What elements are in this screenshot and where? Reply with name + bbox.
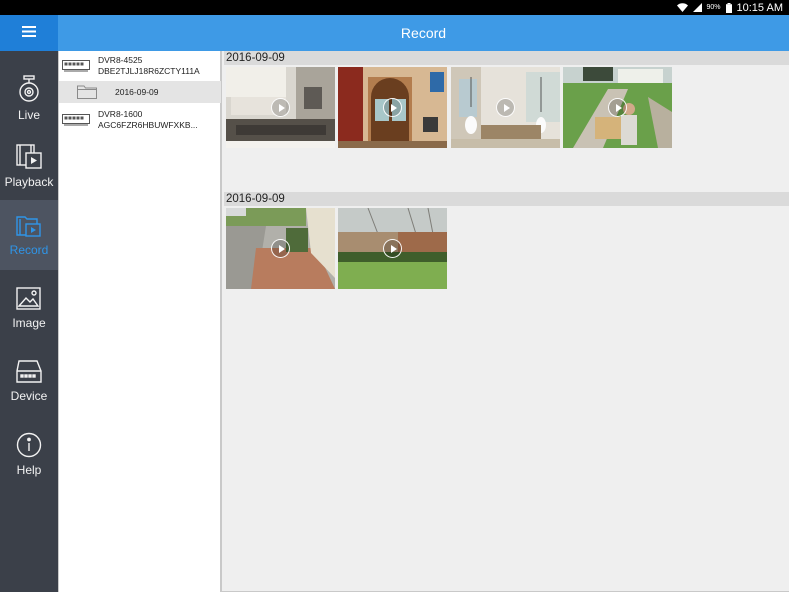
device-row-1[interactable]: DVR8-4525 DBE2TJLJ18R6ZCTY111A xyxy=(59,53,221,79)
device-id: AGC6FZR6HBUWFXKB... xyxy=(98,120,198,130)
wifi-icon xyxy=(676,3,688,12)
record-gallery: 2016-09-09 2016-09-09 xyxy=(222,51,789,592)
menu-button[interactable] xyxy=(0,15,58,51)
image-icon xyxy=(16,286,42,311)
device-row-2[interactable]: DVR8-1600 AGC6FZR6HBUWFXKB... xyxy=(59,107,221,133)
nav-item-device[interactable]: Device xyxy=(0,346,58,416)
device-tree: DVR8-4525 DBE2TJLJ18R6ZCTY111A 2016-09-0… xyxy=(58,51,222,592)
video-thumbnail-kitchen[interactable] xyxy=(226,67,335,148)
nav-label-live: Live xyxy=(17,107,40,122)
folder-row[interactable]: 2016-09-09 xyxy=(59,81,221,103)
status-bar: 90% 10:15 AM xyxy=(0,0,789,15)
dvr-device-icon xyxy=(15,359,43,384)
camera-icon xyxy=(16,74,42,103)
video-thumbnail-front-yard[interactable] xyxy=(563,67,672,148)
device-name: DVR8-1600 xyxy=(98,109,143,119)
nav-label-record: Record xyxy=(9,242,49,257)
nav-item-image[interactable]: Image xyxy=(0,273,58,343)
video-thumbnail-backyard[interactable] xyxy=(338,208,447,289)
play-icon xyxy=(383,239,402,258)
dvr-icon xyxy=(62,60,90,72)
nav-item-playback[interactable]: Playback xyxy=(0,131,58,201)
info-icon xyxy=(16,432,42,458)
video-thumbnail-dining-room[interactable] xyxy=(451,67,560,148)
film-icon xyxy=(15,143,43,170)
page-title: Record xyxy=(400,25,447,41)
play-icon xyxy=(271,98,290,117)
play-icon xyxy=(608,98,627,117)
sidebar: Live Playback Record Image Device Help xyxy=(0,51,58,592)
signal-icon xyxy=(692,3,702,12)
app-header: Record xyxy=(58,15,789,51)
nav-label-image: Image xyxy=(12,315,46,330)
device-id: DBE2TJLJ18R6ZCTY111A xyxy=(98,66,200,76)
play-icon xyxy=(383,98,402,117)
nav-label-playback: Playback xyxy=(4,174,54,189)
nav-item-live[interactable]: Live xyxy=(0,63,58,133)
play-icon xyxy=(271,239,290,258)
folder-date: 2016-09-09 xyxy=(115,87,159,97)
video-thumbnail-front-door[interactable] xyxy=(338,67,447,148)
group-date-header: 2016-09-09 xyxy=(224,51,789,65)
play-icon xyxy=(496,98,515,117)
nav-item-help[interactable]: Help xyxy=(0,419,58,489)
nav-label-help: Help xyxy=(16,462,42,477)
battery-icon xyxy=(725,2,732,13)
device-name: DVR8-4525 xyxy=(98,55,143,65)
folder-icon xyxy=(77,85,97,99)
record-folder-icon xyxy=(16,214,42,238)
nav-item-record[interactable]: Record xyxy=(0,200,58,270)
video-thumbnail-side-walkway[interactable] xyxy=(226,208,335,289)
battery-percent: 90% xyxy=(706,4,721,11)
nav-label-device: Device xyxy=(10,388,48,403)
dvr-icon xyxy=(62,114,90,126)
hamburger-icon xyxy=(22,24,36,42)
group-date-header: 2016-09-09 xyxy=(224,192,789,206)
status-time: 10:15 AM xyxy=(736,1,783,14)
